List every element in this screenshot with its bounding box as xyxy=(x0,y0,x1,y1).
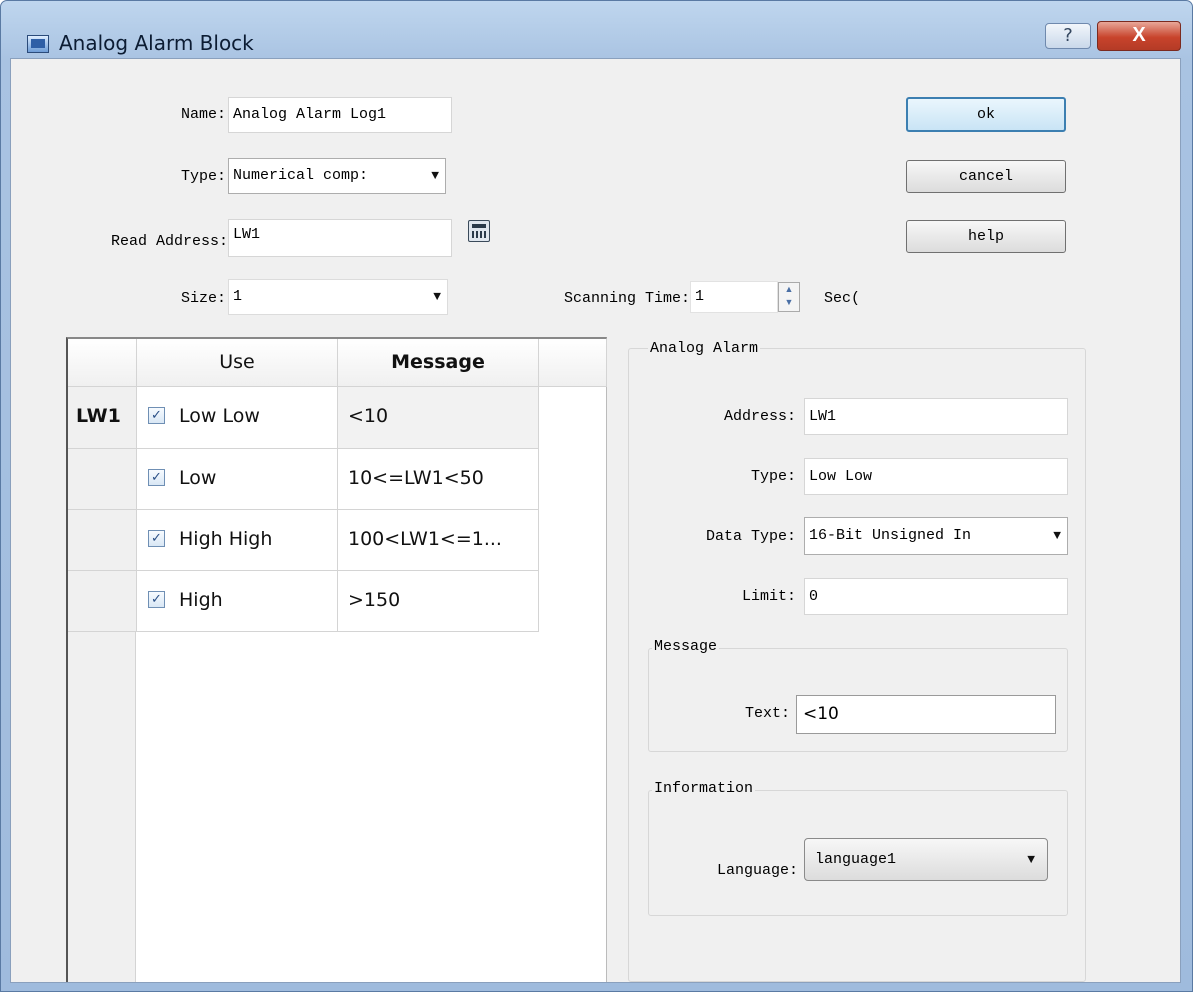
table-row[interactable]: ✓ Low xyxy=(137,449,338,510)
table-row[interactable]: ✓ High High xyxy=(137,510,338,571)
ok-button[interactable]: ok xyxy=(906,97,1066,132)
close-button[interactable]: X xyxy=(1097,21,1181,51)
help-button[interactable]: help xyxy=(906,220,1066,253)
data-type-label: Data Type: xyxy=(705,528,796,545)
use-cell: Low Low xyxy=(179,405,260,427)
alarm-type-input[interactable]: Low Low xyxy=(804,458,1068,495)
table-row[interactable]: ✓ Low Low xyxy=(137,387,338,449)
chevron-down-icon: ▼ xyxy=(431,168,439,183)
checkbox-checked-icon[interactable]: ✓ xyxy=(148,591,165,608)
row-header[interactable] xyxy=(68,571,137,632)
type-label: Type: xyxy=(180,168,226,185)
size-select-value: 1 xyxy=(233,288,243,305)
seconds-label: Sec( xyxy=(824,290,861,307)
message-group-title: Message xyxy=(652,638,720,655)
language-label: Language: xyxy=(716,862,798,879)
row-header[interactable]: LW1 xyxy=(68,387,137,449)
analog-alarm-group-title: Analog Alarm xyxy=(648,340,761,357)
scanning-time-spinner[interactable]: ▲ ▼ xyxy=(778,282,800,312)
calculator-icon[interactable] xyxy=(468,220,490,242)
alarm-type-label: Type: xyxy=(750,468,796,485)
table-corner xyxy=(68,339,137,387)
name-label: Name: xyxy=(180,106,226,123)
window-title: Analog Alarm Block xyxy=(59,31,254,55)
use-cell: High High xyxy=(179,528,273,550)
row-header[interactable] xyxy=(68,510,137,571)
information-group-title: Information xyxy=(652,780,756,797)
language-select-value: language1 xyxy=(815,851,897,868)
scanning-time-input[interactable]: 1 xyxy=(690,281,778,313)
checkbox-checked-icon[interactable]: ✓ xyxy=(148,469,165,486)
scanning-time-label: Scanning Time: xyxy=(563,290,690,307)
message-cell[interactable]: 100<LW1<=1... xyxy=(338,510,539,571)
message-cell[interactable]: 10<=LW1<50 xyxy=(338,449,539,510)
checkbox-checked-icon[interactable]: ✓ xyxy=(148,407,165,424)
type-select[interactable]: Numerical comp: ▼ xyxy=(228,158,446,194)
title-bar[interactable]: Analog Alarm Block ? X xyxy=(1,1,1192,59)
read-address-input[interactable]: LW1 xyxy=(228,219,452,257)
data-type-select[interactable]: 16-Bit Unsigned In ▼ xyxy=(804,517,1068,555)
use-cell: Low xyxy=(179,467,217,489)
message-text-input[interactable]: <10 xyxy=(796,695,1056,734)
cancel-button[interactable]: cancel xyxy=(906,160,1066,193)
chevron-down-icon: ▼ xyxy=(433,289,441,304)
use-cell: High xyxy=(179,589,223,611)
name-input[interactable]: Analog Alarm Log1 xyxy=(228,97,452,133)
chevron-down-icon: ▼ xyxy=(1027,852,1035,867)
message-cell[interactable]: >150 xyxy=(338,571,539,632)
size-label: Size: xyxy=(180,290,226,307)
size-select[interactable]: 1 ▼ xyxy=(228,279,448,315)
read-address-label: Read Address: xyxy=(110,233,228,250)
alarm-table[interactable]: Use Message LW1 ✓ Low Low <10 ✓ Low 10<=… xyxy=(66,337,607,982)
help-title-button[interactable]: ? xyxy=(1045,23,1091,49)
chevron-down-icon: ▼ xyxy=(1051,518,1061,554)
data-type-select-value: 16-Bit Unsigned In xyxy=(809,527,972,544)
language-select[interactable]: language1 ▼ xyxy=(804,838,1048,881)
type-select-value: Numerical comp: xyxy=(233,167,369,184)
column-header-use[interactable]: Use xyxy=(137,339,338,387)
limit-label: Limit: xyxy=(741,588,796,605)
checkbox-checked-icon[interactable]: ✓ xyxy=(148,530,165,547)
text-label: Text: xyxy=(744,705,790,722)
column-header-message[interactable]: Message xyxy=(338,339,539,387)
row-header[interactable] xyxy=(68,449,137,510)
table-row[interactable]: ✓ High xyxy=(137,571,338,632)
app-icon xyxy=(27,35,49,53)
limit-input[interactable]: 0 xyxy=(804,578,1068,615)
message-cell[interactable]: <10 xyxy=(338,387,539,449)
address-input[interactable]: LW1 xyxy=(804,398,1068,435)
column-header-empty xyxy=(539,339,607,387)
address-label: Address: xyxy=(723,408,796,425)
